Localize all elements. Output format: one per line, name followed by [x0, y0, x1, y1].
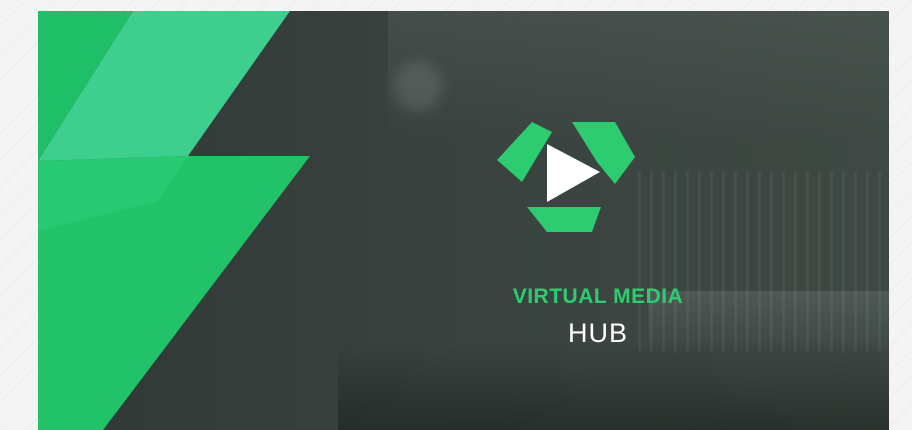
brand-title: VIRTUAL MEDIA [512, 285, 684, 308]
green-geometric-shapes [38, 11, 310, 430]
play-triangle-logo-icon [497, 122, 635, 232]
hero-banner: VIRTUAL MEDIA HUB [38, 11, 889, 430]
brand-subtitle: HUB [567, 318, 628, 348]
